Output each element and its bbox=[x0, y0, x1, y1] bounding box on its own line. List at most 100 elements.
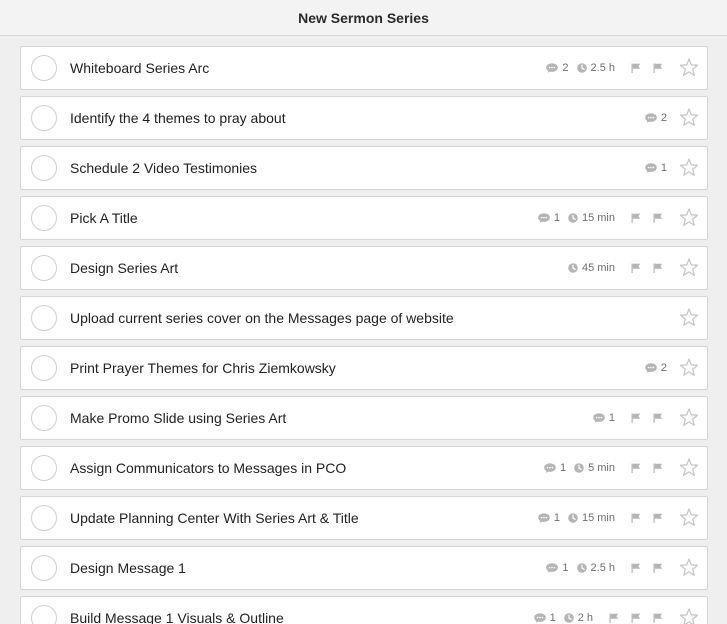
comment-count[interactable]: 2 bbox=[546, 62, 569, 74]
flag-icon[interactable] bbox=[631, 463, 641, 473]
comment-count[interactable]: 1 bbox=[538, 512, 560, 524]
comment-count[interactable]: 1 bbox=[544, 462, 566, 474]
task-title[interactable]: Identify the 4 themes to pray about bbox=[70, 110, 637, 126]
task-meta: 1 15 min bbox=[530, 512, 667, 524]
star-icon bbox=[679, 108, 699, 126]
flag-icon[interactable] bbox=[631, 613, 641, 623]
complete-checkbox[interactable] bbox=[31, 255, 57, 281]
comment-count[interactable]: 1 bbox=[533, 612, 556, 624]
star-button[interactable] bbox=[671, 608, 707, 624]
complete-checkbox[interactable] bbox=[31, 355, 57, 381]
clock-icon bbox=[576, 563, 587, 573]
flag-icon[interactable] bbox=[653, 463, 663, 473]
flag-icon[interactable] bbox=[653, 63, 663, 73]
star-button[interactable] bbox=[671, 508, 707, 528]
task-title[interactable]: Print Prayer Themes for Chris Ziemkowsky bbox=[70, 360, 637, 376]
comment-icon bbox=[645, 163, 657, 173]
comment-icon bbox=[645, 113, 657, 123]
star-button[interactable] bbox=[671, 208, 707, 228]
star-icon bbox=[679, 358, 699, 376]
task-title[interactable]: Assign Communicators to Messages in PCO bbox=[70, 460, 536, 476]
task-title[interactable]: Schedule 2 Video Testimonies bbox=[70, 160, 637, 176]
flag-icon[interactable] bbox=[653, 263, 663, 273]
flag-icon[interactable] bbox=[653, 563, 663, 573]
task-row[interactable]: Update Planning Center With Series Art &… bbox=[20, 496, 708, 540]
task-row[interactable]: Whiteboard Series Arc 2 2.5 h bbox=[20, 46, 708, 90]
clock-icon bbox=[574, 463, 584, 473]
task-meta: 1 2 h bbox=[526, 612, 667, 624]
task-row[interactable]: Make Promo Slide using Series Art 1 bbox=[20, 396, 708, 440]
task-meta: 2 bbox=[637, 112, 667, 124]
task-row[interactable]: Design Series Art 45 min bbox=[20, 246, 708, 290]
comment-count[interactable]: 1 bbox=[546, 562, 569, 574]
flag-icon[interactable] bbox=[653, 213, 663, 223]
flag-icon[interactable] bbox=[653, 613, 663, 623]
star-button[interactable] bbox=[671, 158, 707, 178]
task-row[interactable]: Pick A Title 1 15 min bbox=[20, 196, 708, 240]
flag-icon[interactable] bbox=[609, 613, 619, 623]
star-icon bbox=[679, 508, 699, 526]
complete-checkbox[interactable] bbox=[31, 105, 57, 131]
star-button[interactable] bbox=[671, 458, 707, 478]
star-button[interactable] bbox=[671, 258, 707, 278]
task-title[interactable]: Design Series Art bbox=[70, 260, 560, 276]
flag-icon[interactable] bbox=[631, 513, 641, 523]
comment-count[interactable]: 1 bbox=[645, 162, 667, 174]
task-title[interactable]: Update Planning Center With Series Art &… bbox=[70, 510, 530, 526]
task-title[interactable]: Design Message 1 bbox=[70, 560, 538, 576]
task-title[interactable]: Make Promo Slide using Series Art bbox=[70, 410, 585, 426]
flag-icon[interactable] bbox=[631, 563, 641, 573]
clock-icon bbox=[568, 213, 578, 223]
task-title[interactable]: Build Message 1 Visuals & Outline bbox=[70, 610, 526, 624]
complete-checkbox[interactable] bbox=[31, 405, 57, 431]
task-flags bbox=[601, 613, 667, 623]
flag-icon[interactable] bbox=[631, 413, 641, 423]
comment-count-value: 1 bbox=[553, 512, 560, 524]
complete-checkbox[interactable] bbox=[31, 55, 57, 81]
complete-checkbox[interactable] bbox=[31, 305, 57, 331]
task-flags bbox=[623, 413, 667, 423]
task-flags bbox=[623, 563, 667, 573]
task-title[interactable]: Upload current series cover on the Messa… bbox=[70, 310, 667, 326]
task-row[interactable]: Assign Communicators to Messages in PCO … bbox=[20, 446, 708, 490]
star-button[interactable] bbox=[671, 558, 707, 578]
star-button[interactable] bbox=[671, 308, 707, 328]
task-row[interactable]: Print Prayer Themes for Chris Ziemkowsky… bbox=[20, 346, 708, 390]
comment-count[interactable]: 1 bbox=[593, 412, 615, 424]
task-flags bbox=[623, 463, 667, 473]
complete-checkbox[interactable] bbox=[31, 155, 57, 181]
comment-count[interactable]: 2 bbox=[645, 362, 667, 374]
task-row[interactable]: Build Message 1 Visuals & Outline 1 2 h bbox=[20, 596, 708, 624]
comment-icon bbox=[645, 363, 657, 373]
task-meta: 1 5 min bbox=[536, 462, 667, 474]
task-row[interactable]: Schedule 2 Video Testimonies 1 bbox=[20, 146, 708, 190]
star-button[interactable] bbox=[671, 108, 707, 128]
complete-checkbox[interactable] bbox=[31, 505, 57, 531]
complete-checkbox[interactable] bbox=[31, 555, 57, 581]
star-button[interactable] bbox=[671, 58, 707, 78]
star-icon bbox=[679, 208, 699, 226]
complete-checkbox[interactable] bbox=[31, 455, 57, 481]
star-icon bbox=[679, 608, 699, 624]
flag-icon[interactable] bbox=[631, 63, 641, 73]
flag-icon[interactable] bbox=[631, 213, 641, 223]
flag-icon[interactable] bbox=[653, 413, 663, 423]
complete-checkbox[interactable] bbox=[31, 205, 57, 231]
task-row[interactable]: Identify the 4 themes to pray about 2 bbox=[20, 96, 708, 140]
task-row[interactable]: Upload current series cover on the Messa… bbox=[20, 296, 708, 340]
flag-icon[interactable] bbox=[653, 513, 663, 523]
task-title[interactable]: Pick A Title bbox=[70, 210, 530, 226]
clock-icon bbox=[563, 613, 574, 623]
task-title[interactable]: Whiteboard Series Arc bbox=[70, 60, 538, 76]
time-estimate-value: 15 min bbox=[581, 512, 615, 524]
task-row[interactable]: Design Message 1 1 2.5 h bbox=[20, 546, 708, 590]
star-button[interactable] bbox=[671, 408, 707, 428]
star-button[interactable] bbox=[671, 358, 707, 378]
complete-checkbox[interactable] bbox=[31, 605, 57, 624]
comment-icon bbox=[538, 513, 550, 523]
flag-icon[interactable] bbox=[631, 263, 641, 273]
comment-count-value: 1 bbox=[562, 562, 569, 574]
star-icon bbox=[679, 308, 699, 326]
comment-count[interactable]: 1 bbox=[538, 212, 560, 224]
comment-count[interactable]: 2 bbox=[645, 112, 667, 124]
